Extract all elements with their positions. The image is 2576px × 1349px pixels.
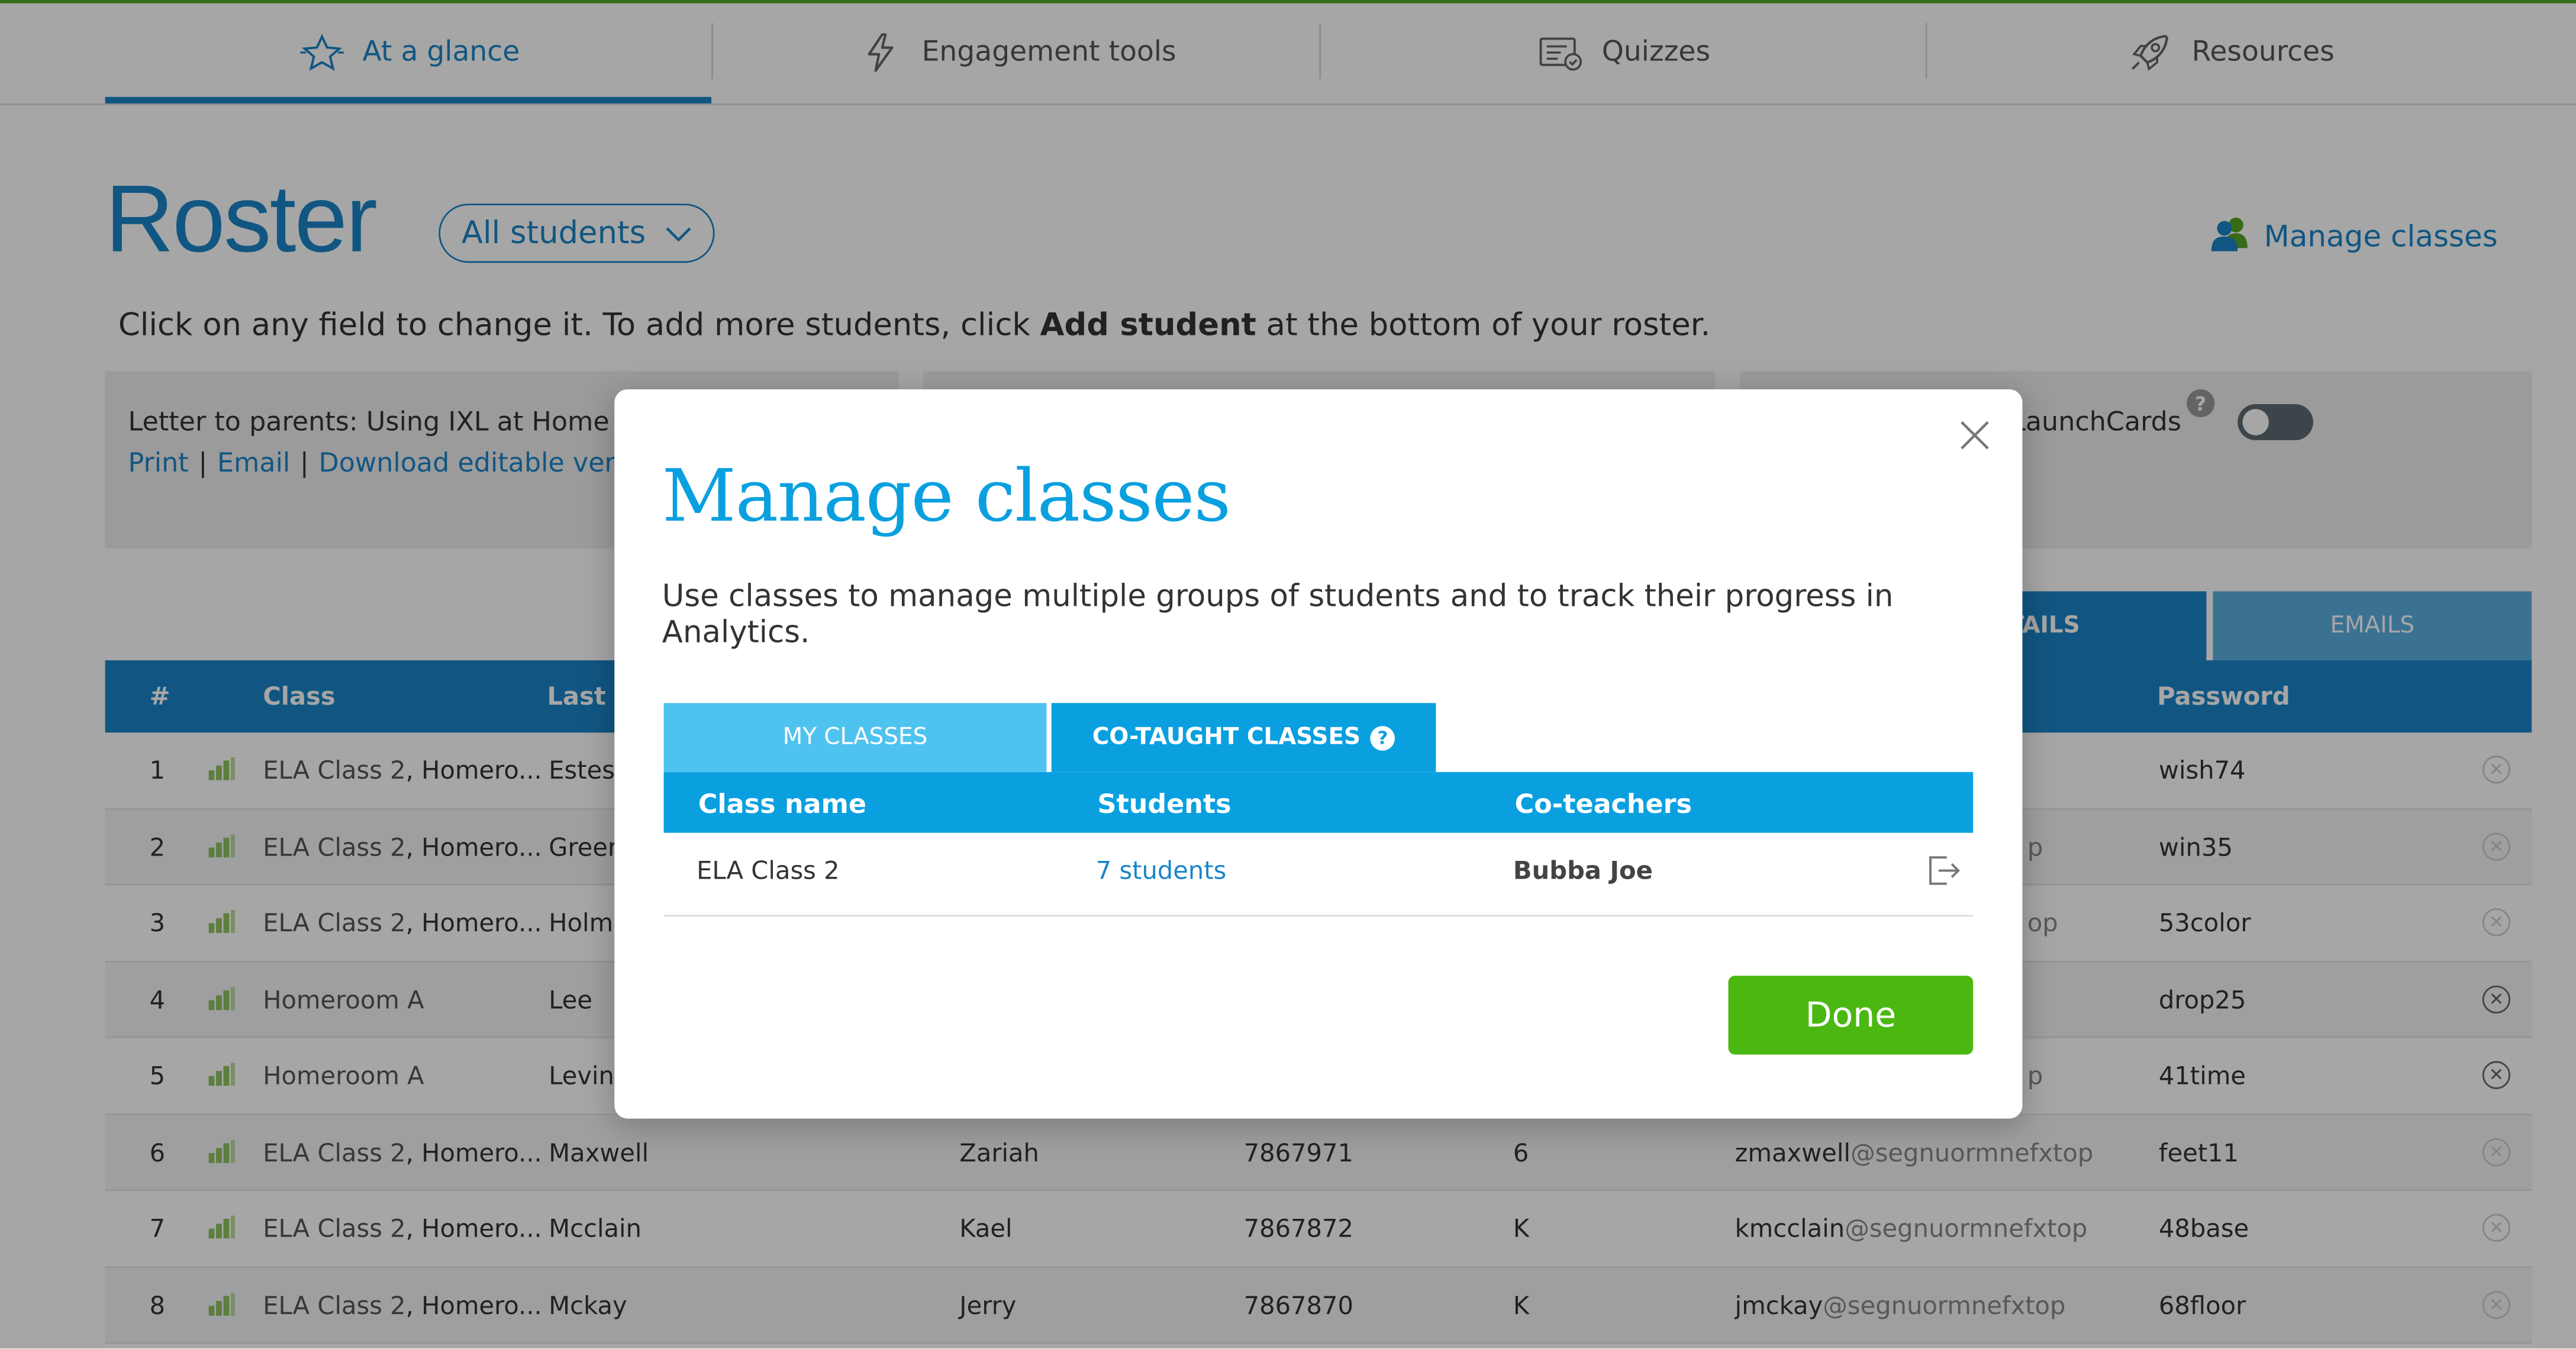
tab-my-classes[interactable]: MY CLASSES: [663, 703, 1047, 772]
tab-label: CO-TAUGHT CLASSES: [1092, 724, 1361, 751]
students-link[interactable]: 7 students: [1096, 856, 1227, 885]
co-teacher-name: Bubba Joe: [1513, 856, 1653, 886]
tab-label: MY CLASSES: [782, 724, 928, 751]
col-class-name: Class name: [698, 788, 867, 820]
modal-title: Manage classes: [662, 455, 1231, 539]
done-button[interactable]: Done: [1728, 976, 1974, 1055]
tab-co-taught-classes[interactable]: CO-TAUGHT CLASSES ?: [1051, 703, 1436, 772]
class-name: ELA Class 2: [697, 856, 840, 886]
leave-class-icon[interactable]: [1926, 853, 1962, 889]
manage-classes-modal: Manage classes Use classes to manage mul…: [614, 389, 2023, 1119]
col-students: Students: [1097, 788, 1231, 820]
modal-description: Use classes to manage multiple groups of…: [662, 579, 1894, 651]
col-co-teachers: Co-teachers: [1514, 788, 1692, 820]
close-icon[interactable]: [1960, 421, 1990, 450]
classes-table-header: Class name Students Co-teachers: [663, 772, 1974, 833]
page: At a glance Engagement tools Quizzes Res…: [0, 0, 2576, 1349]
help-icon[interactable]: ?: [1370, 725, 1395, 750]
class-row: ELA Class 2 7 students Bubba Joe: [663, 833, 1974, 917]
